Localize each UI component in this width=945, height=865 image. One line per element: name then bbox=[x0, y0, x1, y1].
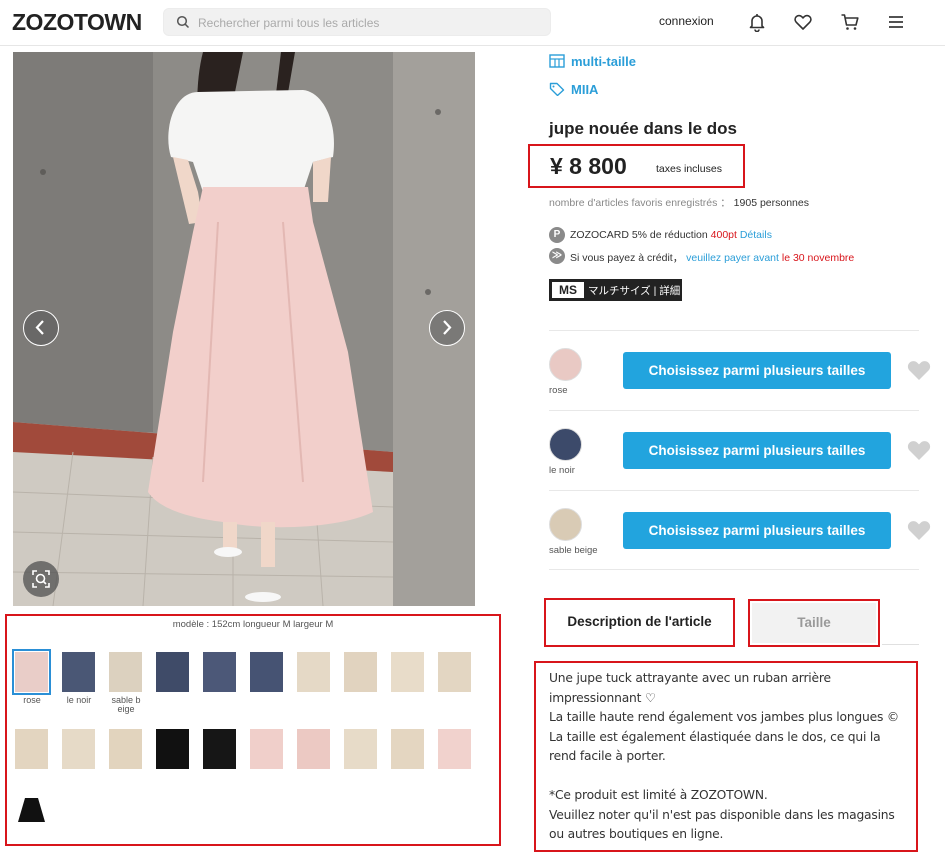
login-link[interactable]: connexion bbox=[659, 14, 714, 28]
color-swatch-rose[interactable] bbox=[549, 348, 582, 381]
chevron-left-icon bbox=[35, 320, 44, 335]
product-photo bbox=[13, 52, 475, 606]
favorite-heart-icon[interactable] bbox=[906, 358, 932, 382]
zozocard-points: 400pt bbox=[710, 229, 737, 241]
search-icon bbox=[176, 15, 190, 29]
ms-label: MS bbox=[552, 282, 584, 298]
site-header: ZOZOTOWN connexion bbox=[0, 0, 945, 46]
favorite-heart-icon[interactable] bbox=[906, 438, 932, 462]
credit-text: Si vous payez à crédit， bbox=[570, 252, 684, 264]
main-product-image[interactable] bbox=[13, 52, 475, 606]
divider bbox=[549, 569, 919, 570]
tab-description[interactable]: Description de l'article bbox=[544, 598, 735, 647]
color-swatch-noir[interactable] bbox=[549, 428, 582, 461]
tab-size-label: Taille bbox=[797, 615, 831, 630]
tab-description-label: Description de l'article bbox=[567, 614, 712, 629]
thumbnail-image[interactable] bbox=[156, 652, 189, 692]
tab-underline bbox=[882, 644, 919, 645]
thumbnail-image[interactable] bbox=[15, 729, 48, 769]
thumbnail-image[interactable] bbox=[62, 729, 95, 769]
zoom-icon bbox=[32, 570, 50, 588]
color-label: le noir bbox=[549, 465, 575, 476]
prev-image-button[interactable] bbox=[23, 310, 59, 346]
color-row-noir: le noir Choisissez parmi plusieurs taill… bbox=[549, 411, 931, 489]
tag-icon bbox=[549, 82, 565, 96]
credit-date: le 30 novembre bbox=[781, 252, 855, 264]
thumbnail-rose[interactable] bbox=[12, 649, 51, 695]
product-description: Une jupe tuck attrayante avec un ruban a… bbox=[549, 671, 899, 841]
search-input[interactable] bbox=[198, 12, 538, 34]
choose-size-button[interactable]: Choisissez parmi plusieurs tailles bbox=[623, 352, 891, 389]
color-label: rose bbox=[549, 385, 568, 396]
multi-size-badge[interactable]: MS マルチサイズ | 詳細 bbox=[549, 279, 682, 301]
ms-details: マルチサイズ | 詳細 bbox=[588, 285, 681, 297]
size-chart-icon bbox=[549, 54, 565, 68]
thumbnail-image[interactable] bbox=[391, 729, 424, 769]
thumbnail-image[interactable] bbox=[156, 729, 189, 769]
thumbnail-image[interactable] bbox=[344, 729, 377, 769]
color-row-sable: sable beige Choisissez parmi plusieurs t… bbox=[549, 491, 931, 569]
brand-label: MIIA bbox=[571, 82, 599, 97]
thumbnail-label-sable: sable b eige bbox=[111, 695, 141, 714]
price-highlight: ¥ 8 800 taxes incluses bbox=[528, 144, 745, 188]
thumbnail-sable[interactable] bbox=[109, 652, 142, 692]
favorite-heart-icon[interactable] bbox=[906, 518, 932, 542]
thumbnail-image[interactable] bbox=[250, 652, 283, 692]
product-title: jupe nouée dans le dos bbox=[549, 119, 737, 138]
thumbnail-image[interactable] bbox=[438, 729, 471, 769]
zozocard-details-link[interactable]: Détails bbox=[740, 229, 772, 241]
thumbnail-image[interactable] bbox=[109, 729, 142, 769]
thumbnail-image[interactable] bbox=[297, 652, 330, 692]
thumbnail-label-rose: rose bbox=[23, 695, 41, 705]
zoom-button[interactable] bbox=[23, 561, 59, 597]
thumbnail-image[interactable] bbox=[203, 729, 236, 769]
thumbnail-gallery: modèle : 152cm longueur M largeur M rose… bbox=[5, 614, 501, 846]
zozocard-text: ZOZOCARD 5% de réduction bbox=[570, 229, 708, 241]
chevron-right-icon bbox=[443, 320, 452, 335]
tax-note: taxes incluses bbox=[656, 163, 722, 175]
description-panel: Une jupe tuck attrayante avec un ruban a… bbox=[534, 661, 918, 852]
thumbnail-noir[interactable] bbox=[62, 652, 95, 692]
model-size-note: modèle : 152cm longueur M largeur M bbox=[172, 619, 334, 630]
color-row-rose: rose Choisissez parmi plusieurs tailles bbox=[549, 331, 931, 409]
bell-icon[interactable] bbox=[747, 12, 767, 32]
color-swatch-sable[interactable] bbox=[549, 508, 582, 541]
choose-size-button[interactable]: Choisissez parmi plusieurs tailles bbox=[623, 432, 891, 469]
tab-size[interactable]: Taille bbox=[748, 599, 880, 647]
thumbnail-label-noir: le noir bbox=[66, 695, 92, 705]
choose-size-button[interactable]: Choisissez parmi plusieurs tailles bbox=[623, 512, 891, 549]
credit-icon: ≫ bbox=[549, 248, 565, 264]
cart-icon[interactable] bbox=[840, 12, 860, 32]
favorites-value: 1905 personnes bbox=[733, 197, 809, 209]
favorites-count: nombre d'articles favoris enregistrés ： … bbox=[549, 195, 809, 210]
zozotown-logo[interactable]: ZOZOTOWN bbox=[12, 9, 142, 36]
multi-size-label: multi-taille bbox=[571, 54, 637, 69]
credit-link[interactable]: veuillez payer avant bbox=[686, 252, 779, 264]
search-bar[interactable] bbox=[163, 8, 551, 36]
thumbnail-image[interactable] bbox=[344, 652, 377, 692]
next-image-button[interactable] bbox=[429, 310, 465, 346]
favorites-label: nombre d'articles favoris enregistrés ： bbox=[549, 197, 731, 209]
color-label: sable beige bbox=[549, 545, 598, 556]
menu-icon[interactable] bbox=[886, 12, 906, 32]
heart-icon[interactable] bbox=[793, 12, 813, 32]
thumbnail-image[interactable] bbox=[391, 652, 424, 692]
points-icon: P bbox=[549, 227, 565, 243]
thumbnail-image[interactable] bbox=[297, 729, 330, 769]
thumbnail-image[interactable] bbox=[15, 788, 48, 828]
thumbnail-image[interactable] bbox=[250, 729, 283, 769]
thumbnail-image[interactable] bbox=[203, 652, 236, 692]
product-price: ¥ 8 800 bbox=[550, 153, 627, 179]
thumbnail-image[interactable] bbox=[438, 652, 471, 692]
